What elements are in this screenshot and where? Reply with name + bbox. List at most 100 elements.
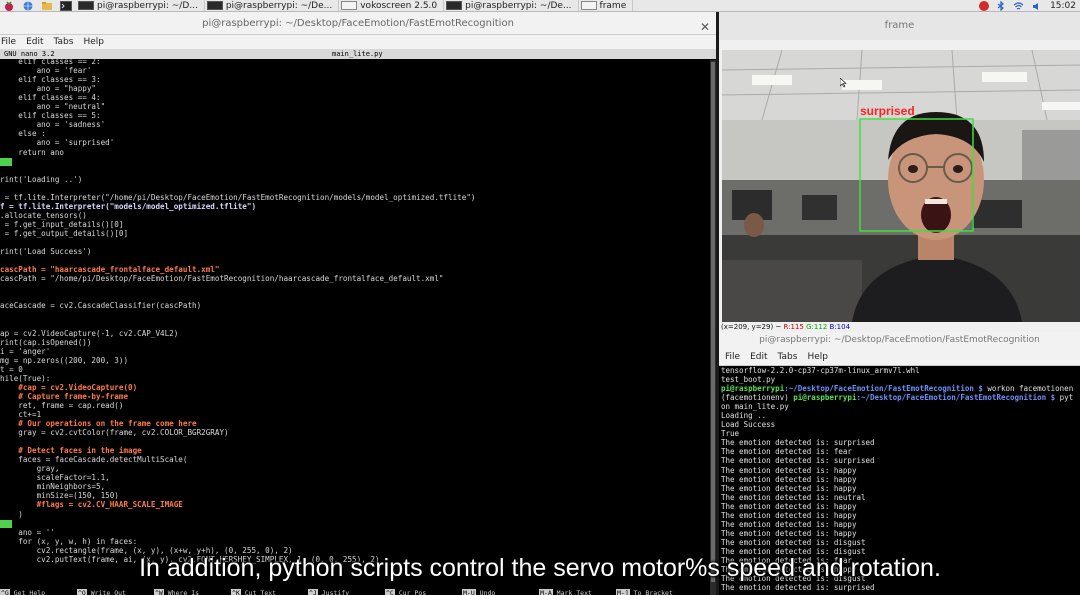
code-text: rint(cap.isOpened())	[0, 337, 92, 347]
menubar: File Edit Tabs Help	[0, 35, 716, 49]
code-text: elif classes == 2:	[0, 57, 101, 66]
taskbar-item-terminal-3[interactable]: pi@raspberrypi: ~/De...	[444, 0, 579, 11]
code-text: ano = "happy"	[0, 84, 97, 94]
pixel-status-bar: (x=209, y=29) ~ R:115 G:112 B:104	[721, 323, 850, 331]
code-line: for (x, y, w, h) in faces:	[0, 537, 137, 546]
shortcut-label: Cut Text	[244, 589, 277, 595]
wifi-icon[interactable]	[1013, 1, 1024, 11]
menu-help[interactable]: Help	[807, 348, 828, 365]
code-line: #cap = cv2.VideoCapture(0)	[0, 383, 137, 392]
shortcut-item[interactable]: ^C Cur Pos	[385, 589, 462, 595]
code-line: rint('Loading ..')	[0, 175, 82, 184]
shortcut-label: Cur Pos	[398, 589, 427, 595]
code-line: ano = ''	[0, 528, 55, 537]
shortcut-item[interactable]: ^W Where Is	[154, 589, 231, 595]
blue-value: B:104	[829, 323, 851, 331]
code-line: f = tf.lite.Interpreter("models/model_op…	[0, 202, 256, 211]
terminal-line: on main_lite.py	[721, 402, 1080, 411]
taskbar-item-frame[interactable]: frame	[579, 0, 634, 11]
menu-edit[interactable]: Edit	[750, 348, 767, 365]
code-text: gray,	[0, 464, 60, 474]
terminal-text: True	[721, 429, 740, 439]
emotion-label: surprised	[860, 104, 915, 118]
code-text: ano = 'sadness'	[0, 120, 106, 130]
taskbar-item-terminal-2[interactable]: pi@raspberrypi: ~/De...	[205, 0, 340, 11]
terminal-line: Loading ..	[721, 411, 1080, 420]
menu-file[interactable]: File	[1, 35, 16, 49]
code-line: # Our operations on the frame come here	[0, 419, 196, 428]
browser-icon[interactable]	[22, 1, 34, 11]
code-text: #cap = cv2.VideoCapture(0)	[0, 382, 138, 392]
shortcut-item[interactable]: M-A Mark Text	[539, 589, 616, 595]
code-text: i = 'anger'	[0, 346, 51, 356]
terminal-text: pyt	[1055, 393, 1074, 403]
code-text: = f.get_output_details()[0]	[0, 228, 129, 238]
menu-file[interactable]: File	[725, 348, 740, 365]
code-line: # Detect faces in the image	[0, 446, 141, 455]
taskbar-item-vokoscreen[interactable]: vokoscreen 2.5.0	[339, 0, 445, 11]
terminal-icon[interactable]	[60, 0, 72, 11]
terminal-line: The emotion detected is: happy	[721, 466, 1080, 475]
code-text: ano = 'fear'	[0, 66, 92, 76]
raspberry-menu-icon[interactable]	[3, 0, 15, 11]
taskbar-item-label: vokoscreen 2.5.0	[360, 0, 438, 11]
window-titlebar[interactable]: frame	[719, 12, 1080, 40]
terminal-text: The emotion detected is: happy	[721, 510, 857, 520]
code-line: ret, frame = cap.read()	[0, 401, 123, 410]
terminal-text: The emotion detected is: fear	[721, 447, 852, 457]
taskbar-item-label: pi@raspberrypi: ~/De...	[225, 0, 333, 11]
window-titlebar[interactable]: pi@raspberrypi: ~/Desktop/FaceEmotion/Fa…	[719, 332, 1080, 348]
camera-frame-image[interactable]: surprised	[722, 50, 1080, 322]
terminal-text: The emotion detected is: disgust	[721, 537, 866, 547]
shortcut-label: Write Out	[90, 589, 126, 595]
code-text: gray = cv2.cvtColor(frame, cv2.COLOR_BGR…	[0, 428, 229, 438]
code-text: aceCascade = cv2.CascadeClassifier(cascP…	[0, 301, 202, 311]
prompt-path: :~/Desktop/FaceEmotion/FastEmotRecogniti…	[856, 393, 1056, 403]
close-icon[interactable]: ✕	[700, 16, 710, 39]
menu-tabs[interactable]: Tabs	[778, 348, 798, 365]
menubar: File Edit Tabs Help	[719, 348, 1080, 366]
terminal-text: The emotion detected is: surprised	[721, 438, 875, 448]
record-icon[interactable]	[979, 1, 990, 11]
shortcut-item[interactable]: ^O Write Out	[77, 589, 154, 595]
code-text: ano = ''	[0, 527, 55, 537]
terminal-text: Loading ..	[721, 411, 767, 421]
shortcut-item[interactable]: M-U Undo	[462, 589, 539, 595]
menu-edit[interactable]: Edit	[26, 35, 43, 49]
terminal-line: The emotion detected is: happy	[721, 502, 1080, 511]
code-text: ct+=1	[0, 409, 42, 419]
volume-icon[interactable]	[1032, 2, 1042, 11]
video-subtitle: In addition, python scripts control the …	[139, 554, 941, 582]
folder-icon[interactable]	[41, 1, 53, 11]
terminal-text: on main_lite.py	[721, 402, 789, 412]
shortcut-item[interactable]: ^K Cut Text	[231, 589, 308, 595]
terminal-line: The emotion detected is: surprised	[721, 583, 1080, 592]
menu-help[interactable]: Help	[83, 35, 104, 49]
taskbar-item-label: frame	[599, 0, 627, 11]
taskbar-item-terminal-1[interactable]: pi@raspberrypi: ~/D...	[76, 0, 205, 11]
terminal-line: The emotion detected is: neutral	[721, 493, 1080, 502]
shortcut-key: ^C	[385, 589, 395, 595]
menu-tabs[interactable]: Tabs	[54, 35, 74, 49]
shortcut-key: M-A	[539, 589, 553, 595]
terminal-line: True	[721, 429, 1080, 438]
shortcut-item[interactable]: ^J Justify	[308, 589, 385, 595]
code-text: faces = faceCascade.detectMultiScale(	[0, 455, 188, 465]
code-line: return ano	[0, 148, 64, 157]
code-line: mg = np.zeros((200, 200, 3))	[0, 356, 128, 365]
window-titlebar[interactable]: pi@raspberrypi: ~/Desktop/FaceEmotion/Fa…	[0, 12, 716, 35]
scrollbar[interactable]	[710, 60, 716, 595]
terminal-text: The emotion detected is: surprised	[721, 583, 875, 593]
code-line: aceCascade = cv2.CascadeClassifier(cascP…	[0, 301, 201, 310]
scrollbar-thumb[interactable]	[711, 62, 715, 582]
code-area[interactable]: elif classes == 2: ano = 'fear' elif cla…	[0, 57, 710, 582]
taskbar: pi@raspberrypi: ~/D... pi@raspberrypi: ~…	[0, 0, 1080, 12]
bluetooth-icon[interactable]	[997, 1, 1005, 11]
prompt-path: :~/Desktop/FaceEmotion/FastEmotRecogniti…	[784, 384, 983, 394]
clock[interactable]: 15:02	[1050, 1, 1076, 11]
shortcut-label: Justify	[321, 589, 350, 595]
shortcut-item[interactable]: ^G Get Help	[0, 589, 77, 595]
shortcut-item[interactable]: M-] To Bracket	[616, 589, 693, 595]
code-line: # Capture frame-by-frame	[0, 392, 128, 401]
terminal-line: The emotion detected is: surprised	[721, 438, 1080, 447]
